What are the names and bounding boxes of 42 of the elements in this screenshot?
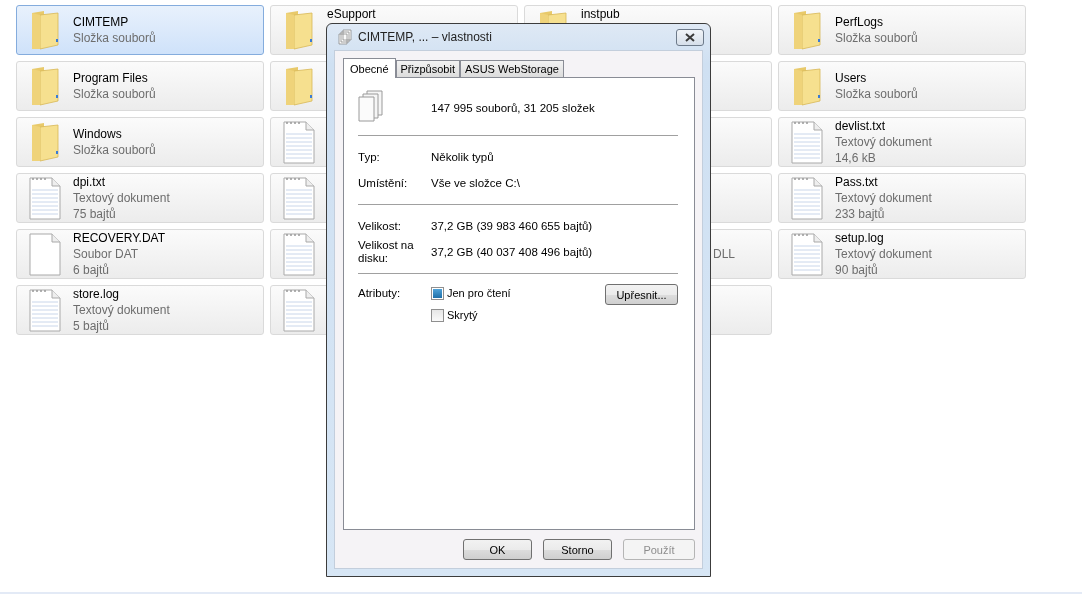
- file-name: devlist.txt: [835, 118, 886, 134]
- file-name: CIMTEMP: [73, 14, 130, 30]
- property-value: Několik typů: [431, 151, 494, 163]
- file-detail: Složka souborů: [73, 142, 157, 158]
- file-detail: 6 bajtů: [73, 262, 111, 278]
- file-name: Windows: [73, 126, 123, 142]
- file-detail: DLL: [713, 246, 735, 262]
- file-detail: Textový dokument: [835, 190, 933, 206]
- file-detail: 75 bajtů: [73, 206, 117, 222]
- file-detail: Textový dokument: [835, 134, 933, 150]
- file-name: Users: [835, 70, 868, 86]
- property-label: Umístění:: [358, 176, 409, 190]
- file-detail: Složka souborů: [73, 86, 157, 102]
- property-label: Velikost:: [358, 219, 402, 233]
- dialog-title: CIMTEMP, ... – vlastnosti: [358, 30, 493, 44]
- attributes-label: Atributy:: [358, 286, 402, 300]
- file-name: PerfLogs: [835, 14, 885, 30]
- property-value: Vše ve složce C:\: [431, 177, 520, 189]
- property-value: 37,2 GB (40 037 408 496 bajtů): [431, 246, 593, 258]
- file-name: store.log: [73, 286, 121, 302]
- file-name: setup.log: [835, 230, 885, 246]
- file-name: eSupport: [327, 6, 377, 22]
- property-label: Velikost na disku:: [358, 239, 415, 265]
- file-detail: 233 bajtů: [835, 206, 886, 222]
- summary-text: 147 995 souborů, 31 205 složek: [431, 101, 595, 114]
- file-detail: Složka souborů: [73, 30, 157, 46]
- file-detail: 14,6 kB: [835, 150, 877, 166]
- property-value: 37,2 GB (39 983 460 655 bajtů): [431, 220, 593, 232]
- file-name: RECOVERY.DAT: [73, 230, 167, 246]
- file-detail: Složka souborů: [835, 30, 919, 46]
- file-detail: Textový dokument: [73, 190, 171, 206]
- file-detail: 90 bajtů: [835, 262, 879, 278]
- property-label: Typ:: [358, 150, 381, 164]
- file-name: Program Files: [73, 70, 149, 86]
- file-detail: Soubor DAT: [73, 246, 140, 262]
- file-name: Pass.txt: [835, 174, 879, 190]
- file-name: dpi.txt: [73, 174, 106, 190]
- file-name: instpub: [581, 6, 621, 22]
- file-detail: Textový dokument: [73, 302, 171, 318]
- file-detail: Textový dokument: [835, 246, 933, 262]
- file-detail: Složka souborů: [835, 86, 919, 102]
- file-detail: 5 bajtů: [73, 318, 111, 334]
